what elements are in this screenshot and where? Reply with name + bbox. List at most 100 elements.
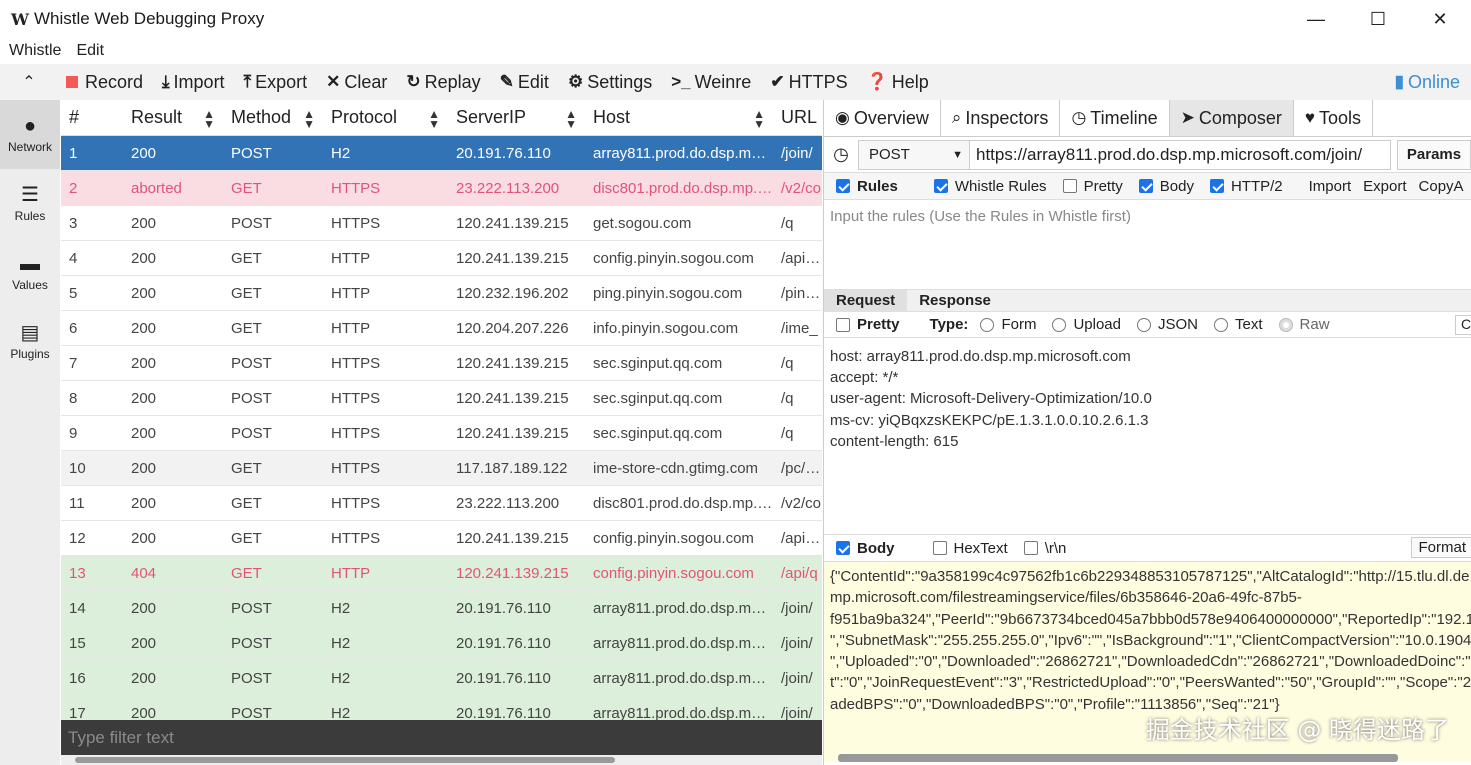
horizontal-scrollbar[interactable]: [61, 755, 822, 765]
filter-input[interactable]: Type filter text: [61, 720, 822, 755]
history-icon[interactable]: ◷: [824, 144, 858, 165]
copy-button[interactable]: Co: [1455, 315, 1471, 335]
table-row[interactable]: 1 200 POST H2 20.191.76.110 array811.prod.do.…: [61, 136, 822, 171]
export-button[interactable]: ⤒ Export: [244, 72, 308, 93]
minimize-button[interactable]: —: [1285, 0, 1347, 38]
table-row[interactable]: 11 200 GET HTTPS 23.222.113.200 disc801.prod.…: [61, 486, 822, 521]
column-header-host[interactable]: Host ▲ ▼: [585, 107, 773, 128]
type-raw-radio[interactable]: Raw: [1278, 316, 1330, 333]
rules-checkbox[interactable]: Rules: [836, 178, 898, 195]
cell-method: GET: [231, 459, 262, 477]
column-header-number[interactable]: #: [61, 107, 123, 128]
crlf-checkbox[interactable]: \r\n: [1023, 540, 1066, 557]
table-row[interactable]: 17 200 POST H2 20.191.76.110 array811.prod.do…: [61, 696, 822, 720]
method-select[interactable]: POST ▼: [858, 139, 970, 170]
cell-serverip: 20.191.76.110: [456, 669, 551, 687]
menu-whistle[interactable]: Whistle: [9, 42, 61, 60]
checkbox[interactable]: [933, 179, 948, 193]
hextext-checkbox[interactable]: HexText: [932, 540, 1008, 557]
sidebar-item-values[interactable]: ▬ Values: [0, 238, 60, 307]
maximize-button[interactable]: ☐: [1347, 0, 1409, 38]
type-text-radio[interactable]: Text: [1214, 316, 1263, 333]
edit-button[interactable]: ✎ Edit: [500, 72, 549, 93]
table-row[interactable]: 7 200 POST HTTPS 120.241.139.215 sec.sginput.…: [61, 346, 822, 381]
radio[interactable]: [1278, 317, 1293, 332]
sidebar-label: Rules: [14, 208, 46, 223]
https-button[interactable]: ✔ HTTPS: [770, 72, 847, 93]
column-header-method[interactable]: Method ▲ ▼: [223, 107, 323, 128]
format-button[interactable]: Format: [1411, 537, 1471, 558]
tab-inspectors[interactable]: ⌕ Inspectors: [941, 100, 1061, 136]
tab-tools[interactable]: ♥ Tools: [1294, 100, 1374, 136]
tab-overview[interactable]: ◉ Overview: [824, 100, 941, 136]
table-row[interactable]: 10 200 GET HTTPS 117.187.189.122 ime-store-cd…: [61, 451, 822, 486]
column-header-url[interactable]: URL: [773, 107, 822, 128]
radio[interactable]: [1052, 317, 1067, 332]
params-button[interactable]: Params: [1397, 139, 1471, 170]
online-button[interactable]: ▮ Online: [1395, 64, 1460, 100]
radio[interactable]: [1214, 317, 1228, 332]
cell-host: ime-store-cdn.gtimg.com: [593, 459, 759, 477]
import-link[interactable]: Import: [1309, 178, 1352, 195]
table-row[interactable]: 8 200 POST HTTPS 120.241.139.215 sec.sginput.…: [61, 381, 822, 416]
checkbox[interactable]: [836, 179, 850, 193]
help-button[interactable]: ❓ Help: [867, 72, 929, 93]
table-row[interactable]: 5 200 GET HTTP 120.232.196.202 ping.pinyin.so…: [61, 276, 822, 311]
radio[interactable]: [980, 317, 995, 332]
sidebar-item-network[interactable]: ● Network: [0, 100, 60, 169]
request-headers-editor[interactable]: host: array811.prod.do.dsp.mp.microsoft.…: [824, 338, 1471, 535]
checkbox[interactable]: [1138, 179, 1153, 193]
whistle-rules-checkbox[interactable]: Whistle Rules: [933, 178, 1047, 195]
record-button[interactable]: Record: [66, 72, 143, 93]
settings-button[interactable]: ⚙ Settings: [568, 72, 652, 93]
collapse-button[interactable]: ⌃: [0, 72, 58, 92]
table-row[interactable]: 12 200 GET HTTPS 120.241.139.215 config.pinyi…: [61, 521, 822, 556]
checkbox[interactable]: [836, 317, 850, 332]
replay-button[interactable]: ↻ Replay: [406, 72, 480, 93]
weinre-button[interactable]: >_ Weinre: [671, 72, 751, 93]
http2-checkbox[interactable]: HTTP/2: [1209, 178, 1283, 195]
tab-timeline[interactable]: ◷ Timeline: [1060, 100, 1170, 136]
checkbox[interactable]: [1023, 541, 1038, 555]
pretty-checkbox[interactable]: Pretty: [1062, 178, 1123, 195]
url-input[interactable]: https://array811.prod.do.dsp.mp.microsof…: [970, 139, 1391, 170]
body-checkbox[interactable]: Body: [836, 540, 895, 557]
checkbox[interactable]: [1209, 179, 1224, 193]
pretty-checkbox[interactable]: Pretty: [836, 316, 900, 333]
menu-edit[interactable]: Edit: [76, 42, 104, 60]
table-row[interactable]: 15 200 POST H2 20.191.76.110 array811.prod.do…: [61, 626, 822, 661]
close-button[interactable]: ✕: [1409, 0, 1471, 38]
copy-link[interactable]: CopyA: [1419, 178, 1464, 195]
export-link[interactable]: Export: [1363, 178, 1406, 195]
sidebar-item-plugins[interactable]: ▤ Plugins: [0, 307, 60, 376]
type-json-radio[interactable]: JSON: [1136, 316, 1198, 333]
body-checkbox[interactable]: Body: [1138, 178, 1194, 195]
checkbox[interactable]: [1062, 179, 1077, 193]
table-row[interactable]: 16 200 POST H2 20.191.76.110 array811.prod.do…: [61, 661, 822, 696]
body-scrollbar[interactable]: [838, 754, 1398, 762]
table-row[interactable]: 14 200 POST H2 20.191.76.110 array811.prod.do…: [61, 591, 822, 626]
column-header-result[interactable]: Result ▲ ▼: [123, 107, 223, 128]
type-upload-radio[interactable]: Upload: [1052, 316, 1121, 333]
checkbox[interactable]: [836, 541, 850, 555]
column-header-serverip[interactable]: ServerIP ▲ ▼: [448, 107, 585, 128]
import-button[interactable]: ⤓ Import: [162, 72, 225, 93]
tab-request[interactable]: Request: [824, 289, 908, 312]
help-icon: ❓: [866, 72, 888, 91]
table-row[interactable]: 13 404 GET HTTP 120.241.139.215 config.pinyin…: [61, 556, 822, 591]
tab-response[interactable]: Response: [907, 292, 1003, 309]
column-header-protocol[interactable]: Protocol ▲ ▼: [323, 107, 448, 128]
table-row[interactable]: 6 200 GET HTTP 120.204.207.226 info.pinyin.so…: [61, 311, 822, 346]
table-row[interactable]: 9 200 POST HTTPS 120.241.139.215 sec.sginput.…: [61, 416, 822, 451]
checkbox[interactable]: [932, 541, 947, 555]
table-row[interactable]: 3 200 POST HTTPS 120.241.139.215 get.sogou.co…: [61, 206, 822, 241]
sidebar-item-rules[interactable]: ☰ Rules: [0, 169, 60, 238]
radio[interactable]: [1136, 317, 1151, 332]
clear-button[interactable]: ✕ Clear: [326, 72, 387, 93]
table-row[interactable]: 2 aborted GET HTTPS 23.222.113.200 disc801.pr…: [61, 171, 822, 206]
type-form-radio[interactable]: Form: [980, 316, 1036, 333]
tab-composer[interactable]: ➤ Composer: [1169, 100, 1294, 136]
scrollbar-thumb[interactable]: [75, 757, 615, 763]
table-row[interactable]: 4 200 GET HTTP 120.241.139.215 config.pinyin.…: [61, 241, 822, 276]
rules-textarea[interactable]: Input the rules (Use the Rules in Whistl…: [824, 200, 1471, 290]
